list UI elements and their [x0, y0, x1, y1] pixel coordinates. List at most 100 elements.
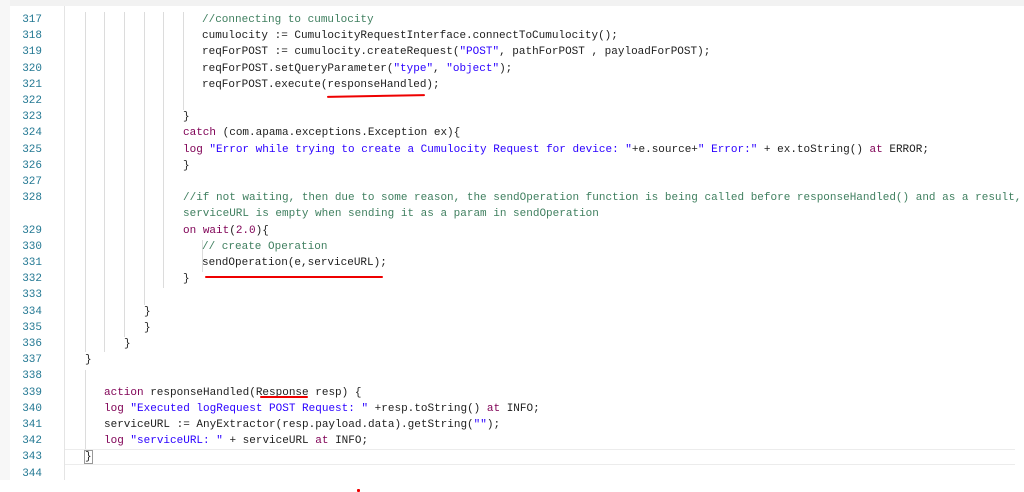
code-token-pl: responseHandled(Response resp) {: [143, 386, 362, 399]
code-line[interactable]: 318 cumulocity := CumulocityRequestInterf…: [0, 28, 1015, 44]
code-token-st: "Executed logRequest POST Request: ": [123, 402, 369, 415]
line-number: 339: [22, 386, 42, 399]
code-token-kw: catch: [183, 127, 217, 140]
code-text: }: [84, 449, 93, 465]
line-number: 336: [22, 338, 42, 350]
code-line[interactable]: 327: [0, 174, 1015, 190]
code-line[interactable]: 337}: [0, 352, 1015, 368]
line-number: 326: [22, 159, 42, 172]
line-number: 322: [22, 95, 42, 107]
code-text: }: [144, 304, 151, 320]
code-line[interactable]: 342 log "serviceURL: " + serviceURL at IN…: [0, 433, 1015, 449]
code-token-cm: serviceURL is empty when sending it as a…: [183, 208, 599, 221]
code-text: }: [183, 158, 190, 174]
code-text: // create Operation: [202, 239, 327, 255]
code-text: }: [183, 271, 190, 287]
code-token-pl: serviceURL := AnyExtractor(resp.payload.…: [104, 419, 474, 431]
code-token-st: "Error while trying to create a Cumuloci…: [202, 143, 632, 156]
code-token-pl: +resp.toString(): [368, 402, 487, 415]
line-number: 331: [22, 257, 42, 269]
code-text: }: [144, 320, 151, 336]
code-line[interactable]: 331 sendOperation(e,serviceURL);: [0, 255, 1015, 271]
code-line[interactable]: 328 //if not waiting, then due to some re…: [0, 190, 1021, 206]
line-number: 343: [22, 451, 42, 464]
code-text: serviceURL := AnyExtractor(resp.payload.…: [104, 417, 500, 433]
code-line[interactable]: 317 //connecting to cumulocity: [0, 12, 1015, 28]
code-token-st: "object": [446, 62, 500, 75]
code-token-kw: log: [183, 143, 203, 156]
code-token-nu: 2.0: [235, 224, 256, 237]
code-line[interactable]: 339 action responseHandled(Response resp)…: [0, 385, 1015, 401]
code-line[interactable]: 321 reqForPOST.execute(responseHandled);: [0, 77, 1015, 93]
code-line[interactable]: 338: [0, 368, 1015, 384]
code-line[interactable]: 325 log "Error while trying to create a C…: [0, 142, 1015, 158]
code-line[interactable]: serviceURL is empty when sending it as a…: [0, 206, 1015, 222]
code-text: }: [124, 336, 131, 352]
code-line[interactable]: 323}: [0, 109, 1015, 125]
code-text: reqForPOST := cumulocity.createRequest("…: [202, 44, 710, 60]
code-token-pl: );: [486, 419, 501, 431]
code-line[interactable]: 341 serviceURL := AnyExtractor(resp.paylo…: [0, 417, 1015, 433]
code-text: }: [183, 109, 190, 125]
code-text: catch (com.apama.exceptions.Exception ex…: [183, 125, 460, 141]
code-text: //connecting to cumulocity: [202, 12, 374, 28]
code-token-st: "": [473, 419, 487, 431]
code-line[interactable]: 333: [0, 287, 1015, 303]
line-number: 318: [22, 30, 42, 43]
code-token-pl: reqForPOST := cumulocity.createRequest(: [202, 46, 460, 59]
code-token-pl: + ex.toString(): [757, 143, 870, 156]
code-line[interactable]: 324 catch (com.apama.exceptions.Exception…: [0, 125, 1015, 141]
code-line[interactable]: 335}: [0, 320, 1015, 336]
code-token-pl: +e.source+: [631, 143, 698, 156]
code-token-cm: // create Operation: [202, 240, 328, 253]
code-token-pl: }: [144, 321, 151, 334]
code-text: action responseHandled(Response resp) {: [104, 385, 361, 401]
code-token-pl: cumulocity := CumulocityRequestInterface…: [202, 30, 618, 43]
code-text: sendOperation(e,serviceURL);: [202, 255, 387, 271]
code-text: reqForPOST.execute(responseHandled);: [202, 77, 440, 93]
code-text: }: [85, 352, 92, 368]
code-token-kw: on: [183, 224, 197, 237]
code-token-pl: reqForPOST.execute(responseHandled);: [202, 78, 440, 91]
line-number: 328: [22, 192, 42, 205]
code-token-st: " Error:": [697, 143, 758, 156]
code-line[interactable]: 336}: [0, 336, 1015, 352]
code-text: reqForPOST.setQueryParameter("type", "ob…: [202, 61, 512, 77]
code-line[interactable]: 343}: [0, 449, 1015, 466]
code-line[interactable]: 330 // create Operation: [0, 239, 1015, 255]
line-number: 341: [22, 419, 42, 431]
code-token-pl: }: [124, 338, 131, 350]
line-number: 330: [22, 240, 42, 253]
line-number: 321: [22, 78, 42, 91]
code-line[interactable]: 340 log "Executed logRequest POST Request…: [0, 401, 1015, 417]
code-token-pl: sendOperation(e,serviceURL);: [202, 257, 387, 269]
code-line[interactable]: 322: [0, 93, 1015, 109]
code-line[interactable]: 332}: [0, 271, 1015, 287]
code-text: on wait(2.0){: [183, 223, 269, 239]
code-token-kw: log: [104, 402, 124, 415]
code-token-pl: );: [499, 62, 513, 75]
code-line[interactable]: 334}: [0, 304, 1015, 320]
line-number: 320: [22, 62, 42, 75]
line-number: 338: [22, 370, 42, 383]
code-text: log "Error while trying to create a Cumu…: [183, 142, 929, 158]
code-token-pl: ERROR;: [882, 143, 929, 156]
code-token-pl: }: [183, 159, 190, 172]
code-line[interactable]: 326}: [0, 158, 1015, 174]
code-token-kw: at: [486, 402, 501, 415]
code-token-kw: log: [104, 435, 124, 448]
code-line[interactable]: 329 on wait(2.0){: [0, 223, 1015, 239]
code-token-cm: //if not waiting, then due to some reaso…: [183, 192, 1022, 205]
line-number: 333: [22, 289, 42, 302]
code-token-kw: at: [869, 143, 883, 156]
line-number: 327: [22, 176, 42, 188]
code-token-pl: (com.apama.exceptions.Exception ex){: [216, 127, 461, 140]
line-number: 335: [22, 321, 42, 334]
line-number: 332: [22, 273, 42, 286]
code-token-pl: , pathForPOST , payloadForPOST);: [499, 46, 711, 59]
code-token-pl: }: [84, 450, 93, 465]
code-line[interactable]: 319 reqForPOST := cumulocity.createReques…: [0, 44, 1015, 60]
code-line[interactable]: 320 reqForPOST.setQueryParameter("type", …: [0, 61, 1015, 77]
code-text: log "serviceURL: " + serviceURL at INFO;: [104, 433, 368, 449]
line-number: 340: [22, 402, 42, 415]
